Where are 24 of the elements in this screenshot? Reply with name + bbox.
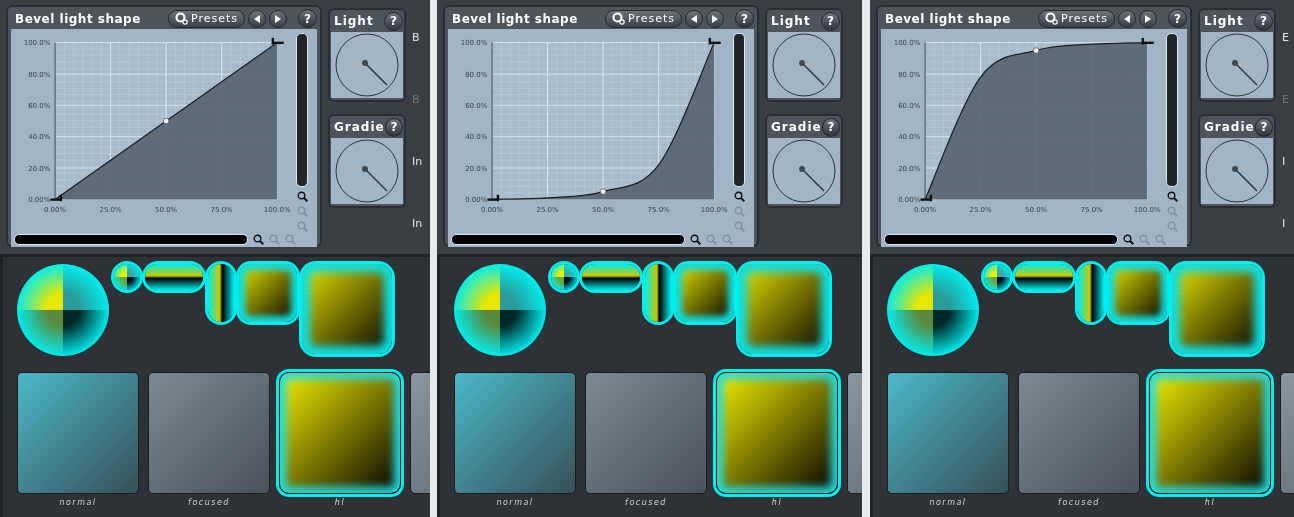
side-label: B [412, 31, 421, 46]
knob-title: Light [334, 14, 374, 28]
knob-title: Gradie [771, 120, 822, 134]
tile-label: normal [496, 498, 534, 507]
tile-label: normal [929, 498, 967, 507]
panel-title: Bevel light shape [884, 11, 1011, 26]
side-label: In [412, 217, 423, 232]
tile-label: normal [59, 498, 97, 507]
side-label: I [1282, 217, 1287, 232]
knob-title: Light [1204, 14, 1244, 28]
side-label: I [1282, 155, 1287, 170]
side-label: In [412, 155, 423, 170]
tile-label: hl [771, 498, 783, 507]
panel-title: Bevel light shape [14, 11, 141, 26]
knob-title: Light [771, 14, 811, 28]
knob-title: Gradie [334, 120, 385, 134]
side-label: E [1282, 31, 1289, 46]
knob-title: Gradie [1204, 120, 1255, 134]
panel-title: Bevel light shape [451, 11, 578, 26]
tile-label: focused [1058, 498, 1100, 507]
tile-label: focused [188, 498, 230, 507]
tile-label: hl [1204, 498, 1216, 507]
tile-label: hl [334, 498, 346, 507]
tile-label: focused [625, 498, 667, 507]
